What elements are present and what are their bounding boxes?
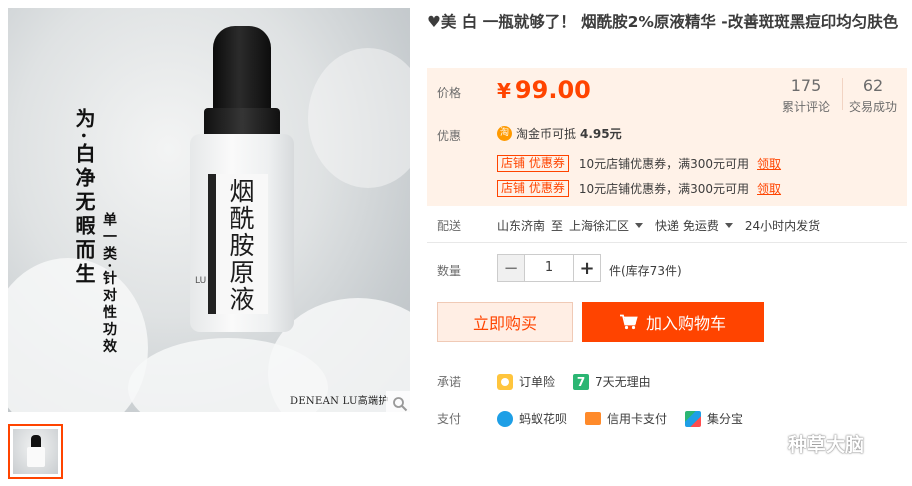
- magnifier-icon: [393, 397, 408, 412]
- stat-transactions[interactable]: 62 交易成功: [842, 76, 904, 115]
- payment-item-label: 信用卡支付: [607, 412, 668, 426]
- payment-huabei[interactable]: 蚂蚁花呗: [497, 410, 567, 427]
- promise-order-insurance[interactable]: 订单险: [497, 373, 555, 390]
- shield-icon: [497, 373, 513, 390]
- image-brand-caption: DENEAN LU高端护: [290, 396, 389, 407]
- quantity-label: 数量: [437, 264, 462, 278]
- price-value: ¥99.00: [497, 76, 591, 104]
- payment-jifenbao[interactable]: 集分宝: [685, 410, 743, 427]
- shipping-method-select[interactable]: 快递 免运费: [655, 217, 719, 234]
- coupon-claim-link[interactable]: 领取: [757, 155, 781, 172]
- payment-label: 支付: [437, 412, 462, 426]
- payment-item-label: 集分宝: [707, 412, 744, 426]
- zoom-button[interactable]: [386, 391, 410, 412]
- quantity-increase-button[interactable]: +: [574, 255, 600, 281]
- coupon-tag: 店铺 优惠券: [497, 155, 569, 172]
- delivery-from: 山东济南: [497, 219, 546, 233]
- review-count: 175: [790, 76, 822, 95]
- watermark: 种草大脑: [752, 430, 864, 457]
- bottle-label-text: 烟酰胺原液: [226, 178, 255, 313]
- price-panel: 价格 ¥99.00 175 累计评论 62 交易成功 优惠 淘 淘金币可抵 4.9…: [427, 68, 907, 206]
- main-product-image[interactable]: 烟酰胺原液 LU 为·白净无暇而生 单一类·针对性功效 DENEAN LU高端护: [8, 8, 410, 412]
- delivery-info: 山东济南 至 上海徐汇区 快递 免运费 24小时内发货: [497, 217, 820, 234]
- product-title: ♥美 白 一瓶就够了！ 烟酰胺2%原液精华 -改善斑斑黑痘印均匀肤色: [427, 13, 899, 31]
- coupon-text: 10元店铺优惠券，满300元可用: [578, 182, 750, 196]
- section-divider: [427, 242, 907, 243]
- bottle-side-text: LU: [195, 276, 207, 286]
- seven-days-icon: 7: [573, 373, 590, 390]
- promise-seven-days[interactable]: 7 7天无理由: [573, 373, 651, 390]
- cart-icon: [619, 314, 638, 330]
- wechat-icon: [752, 432, 782, 454]
- review-label: 累计评论: [781, 100, 830, 114]
- taobao-coin-row: 淘 淘金币可抵 4.95元: [497, 125, 622, 142]
- coupon-row: 店铺 优惠券 10元店铺优惠券，满300元可用 领取: [497, 155, 781, 172]
- price-label: 价格: [437, 86, 462, 100]
- promise-items: 订单险 7 7天无理由: [497, 373, 669, 390]
- coin-amount: 4.95元: [580, 127, 622, 141]
- jifenbao-icon: [685, 410, 702, 427]
- snow-decoration: [308, 48, 410, 188]
- payment-item-label: 蚂蚁花呗: [519, 412, 568, 426]
- quantity-stepper: − 1 +: [497, 254, 601, 282]
- thumbnail-bottle-body: [27, 447, 45, 467]
- chevron-down-icon: [724, 223, 733, 228]
- promise-label: 承诺: [437, 375, 462, 389]
- transaction-count: 62: [862, 76, 884, 95]
- price-amount: 99.00: [514, 76, 591, 104]
- promise-item-label: 订单险: [519, 375, 556, 389]
- chevron-down-icon: [635, 223, 644, 228]
- credit-card-icon: [585, 412, 602, 425]
- currency-symbol: ¥: [497, 79, 511, 103]
- coupon-tag: 店铺 优惠券: [497, 180, 569, 197]
- payment-credit-card[interactable]: 信用卡支付: [585, 410, 667, 427]
- delivery-to-word: 至: [551, 219, 564, 233]
- coupon-claim-link[interactable]: 领取: [757, 180, 781, 197]
- delivery-destination-select[interactable]: 上海徐汇区: [569, 217, 629, 234]
- stat-reviews[interactable]: 175 累计评论: [775, 76, 837, 115]
- payment-items: 蚂蚁花呗 信用卡支付 集分宝: [497, 410, 761, 427]
- taobao-coin-icon: 淘: [497, 126, 512, 141]
- dispatch-time: 24小时内发货: [744, 219, 821, 233]
- thumbnail-image: [13, 429, 58, 474]
- stock-text: 件(库存73件): [609, 264, 682, 278]
- huabei-icon: [497, 410, 513, 427]
- coin-text: 淘金币可抵: [516, 127, 577, 141]
- coupon-text: 10元店铺优惠券，满300元可用: [578, 157, 750, 171]
- image-slogan-sub: 单一类·针对性功效: [101, 212, 117, 356]
- image-slogan-main: 为·白净无暇而生: [72, 108, 96, 287]
- promo-label: 优惠: [437, 129, 462, 143]
- quantity-decrease-button[interactable]: −: [498, 255, 524, 281]
- gallery-thumbnail[interactable]: [8, 424, 63, 479]
- add-to-cart-button[interactable]: 加入购物车: [582, 302, 764, 342]
- promise-item-label: 7天无理由: [595, 375, 651, 389]
- coupon-row: 店铺 优惠券 10元店铺优惠券，满300元可用 领取: [497, 180, 781, 197]
- quantity-input[interactable]: 1: [524, 255, 574, 281]
- transaction-label: 交易成功: [848, 100, 897, 114]
- watermark-text: 种草大脑: [788, 434, 865, 456]
- buy-now-button[interactable]: 立即购买: [437, 302, 573, 342]
- delivery-label: 配送: [437, 219, 462, 233]
- add-to-cart-label: 加入购物车: [645, 314, 726, 333]
